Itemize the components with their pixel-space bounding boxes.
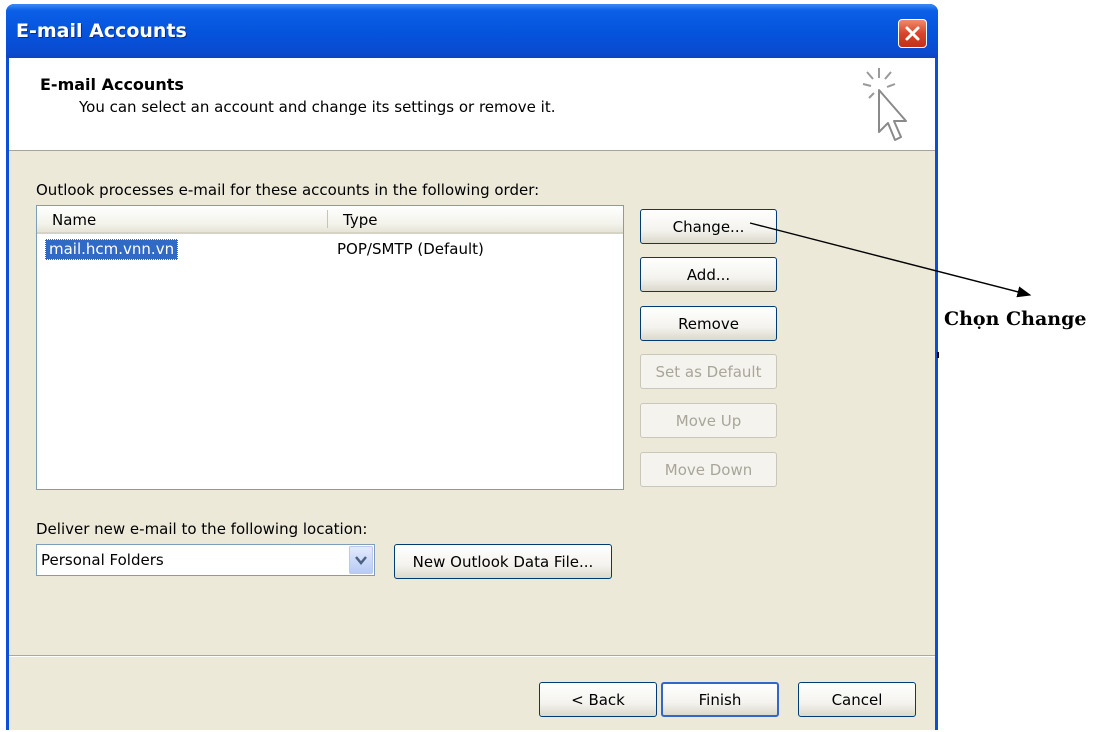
annotation-label: Chọn Change <box>944 308 1087 330</box>
annotation-arrow <box>749 222 1032 298</box>
annotation-tick <box>937 352 939 358</box>
